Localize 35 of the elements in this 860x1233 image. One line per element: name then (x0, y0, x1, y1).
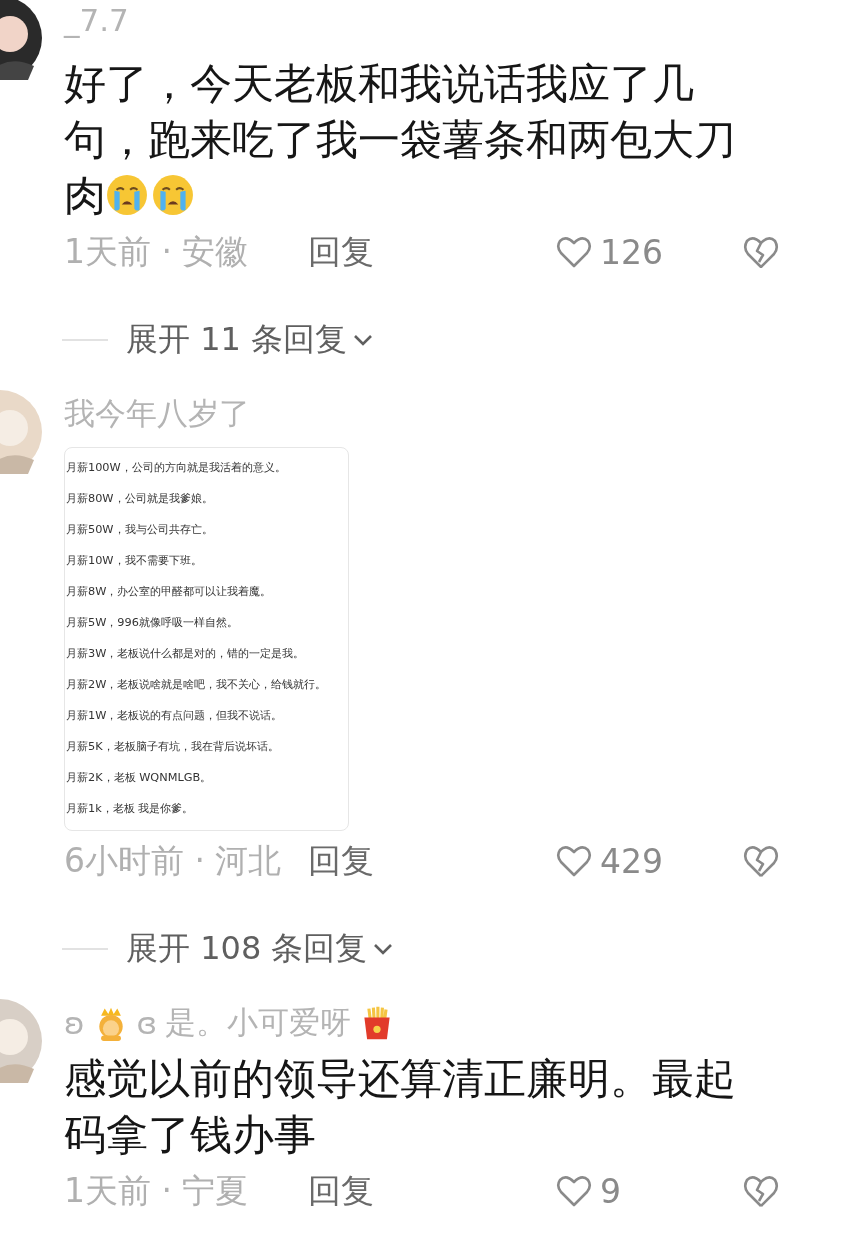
crying-face-icon (106, 174, 148, 216)
screenshot-card[interactable] (64, 447, 349, 831)
heart-icon[interactable] (556, 235, 592, 269)
heart-icon[interactable] (556, 844, 592, 878)
broken-heart-icon[interactable] (742, 234, 780, 270)
comment-text: 好了，今天老板和我说话我应了几句，跑来吃了我一袋薯条和两包大刀 (64, 59, 736, 164)
image-text-line: 月薪10W，我不需要下班。 (65, 553, 203, 569)
comment-text: 肉 (64, 171, 106, 220)
image-text-line: 月薪100W，公司的方向就是我活着的意义。 (65, 460, 287, 476)
heart-icon[interactable] (556, 1174, 592, 1208)
expand-replies-button[interactable]: 展开 11 条回复 (126, 318, 376, 362)
comment-time-location: 1天前 · 宁夏 (64, 1169, 250, 1212)
comment-time-location: 6小时前 · 河北 (64, 839, 283, 882)
expand-replies-button[interactable]: 展开 108 条回复 (126, 927, 396, 971)
comment-time-location: 1天前 · 安徽 (64, 230, 250, 273)
like-count: 429 (600, 841, 663, 881)
image-text-line: 月薪5W，996就像呼吸一样自然。 (65, 615, 239, 631)
image-text-line: 月薪1k，老板 我是你爹。 (65, 801, 195, 817)
broken-heart-icon[interactable] (742, 1173, 780, 1209)
broken-heart-icon[interactable] (742, 843, 780, 879)
reply-button[interactable]: 回复 (308, 229, 374, 275)
comment-text: 感觉以前的领导还算清正廉明。最起码拿了钱办事 (64, 1054, 736, 1159)
like-count: 9 (600, 1171, 621, 1211)
image-text-line: 月薪1W，老板说的有点问题，但我不说话。 (65, 708, 284, 724)
image-text-line: 月薪2K，老板 WQNMLGB。 (65, 770, 213, 786)
image-text-line: 月薪5K，老板脑子有坑，我在背后说坏话。 (65, 739, 280, 755)
image-text-line: 月薪80W，公司就是我爹娘。 (65, 491, 214, 507)
image-text-line: 月薪50W，我与公司共存亡。 (65, 522, 214, 538)
reply-button[interactable]: 回复 (308, 838, 374, 884)
image-text-line: 月薪8W，办公室的甲醛都可以让我着魔。 (65, 584, 273, 600)
reply-button[interactable]: 回复 (308, 1168, 374, 1214)
image-text-line: 月薪3W，老板说什么都是对的，错的一定是我。 (65, 646, 306, 662)
crying-face-icon (152, 174, 194, 216)
image-text-line: 月薪2W，老板说啥就是啥吧，我不关心，给钱就行。 (65, 677, 328, 693)
like-count: 126 (600, 232, 663, 272)
